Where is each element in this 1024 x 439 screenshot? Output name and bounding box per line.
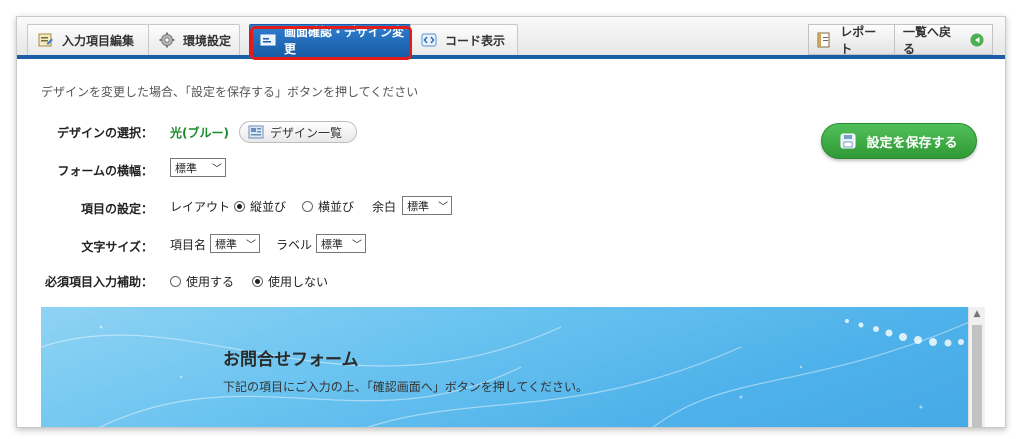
item-setting-label: 項目の設定： <box>80 202 153 216</box>
design-list-button[interactable]: デザイン一覧 <box>238 121 357 143</box>
tab-screen-design[interactable]: 画面確認・デザイン変更 <box>249 24 411 56</box>
save-settings-button[interactable]: 設定を保存する <box>821 123 977 159</box>
field-font-select[interactable]: 標準 ﹀ <box>316 234 367 253</box>
form-width-value: 標準 <box>175 161 197 175</box>
preview-form-instructions: 下記の項目にご入力の上、「確認画面へ」ボタンを押してください。 <box>223 380 589 394</box>
layout-horizontal-label: 横並び <box>318 200 355 214</box>
design-preview: お問合せフォーム 下記の項目にご入力の上、「確認画面へ」ボタンを押してください。 <box>41 307 985 427</box>
preview-background-art <box>41 316 982 427</box>
design-current-value: 光(ブルー) <box>170 125 229 140</box>
design-select-label: デザインの選択： <box>56 126 153 140</box>
report-icon <box>817 32 832 48</box>
scroll-up-icon[interactable]: ▲ <box>969 309 985 323</box>
save-hint-text: デザインを変更した場合、「設定を保存する」ボタンを押してください <box>41 85 419 99</box>
font-size-label: 文字サイズ： <box>81 240 153 254</box>
margin-value: 標準 <box>407 199 430 213</box>
back-arrow-icon <box>970 33 984 47</box>
code-icon <box>421 32 437 48</box>
save-icon <box>840 133 856 149</box>
item-name-font-label: 項目名 <box>170 238 207 252</box>
tab-code-view[interactable]: コード表示 <box>410 24 518 55</box>
gear-icon <box>159 32 175 48</box>
required-assist-use-label: 使用する <box>186 275 235 289</box>
screen-design-icon <box>260 32 276 48</box>
back-to-list-button[interactable]: 一覧へ戻る <box>894 24 993 56</box>
save-settings-label: 設定を保存する <box>866 135 958 151</box>
scroll-thumb[interactable] <box>972 325 982 427</box>
report-button[interactable]: レポート <box>808 24 895 56</box>
layout-label: レイアウト <box>170 200 231 214</box>
layout-vertical-label: 縦並び <box>250 200 287 214</box>
design-list-label: デザイン一覧 <box>269 125 342 140</box>
back-to-list-label: 一覧へ戻る <box>903 24 952 56</box>
required-assist-label: 必須項目入力補助： <box>44 275 153 289</box>
item-name-font-value: 標準 <box>215 237 238 251</box>
tab-environment-settings[interactable]: 環境設定 <box>148 24 240 55</box>
layout-horizontal-radio[interactable] <box>302 201 314 212</box>
tab-label: コード表示 <box>445 33 506 48</box>
preview-form-title: お問合せフォーム <box>223 350 359 370</box>
tab-label: 画面確認・デザイン変更 <box>284 24 405 56</box>
field-font-value: 標準 <box>321 237 344 251</box>
chevron-down-icon: ﹀ <box>438 202 449 213</box>
app-window: 入力項目編集 環境設定 画面確認・デザイン変更 コード表示 レポート 一覧へ戻る… <box>16 16 1006 428</box>
required-assist-nouse-label: 使用しない <box>268 275 329 289</box>
tab-label: 入力項目編集 <box>62 33 135 48</box>
tab-label: 環境設定 <box>183 33 232 48</box>
chevron-down-icon: ﹀ <box>212 164 222 175</box>
required-assist-nouse-radio[interactable] <box>252 276 264 287</box>
field-font-label: ラベル <box>276 238 313 252</box>
item-name-font-select[interactable]: 標準 ﹀ <box>210 234 261 253</box>
form-width-select[interactable]: 標準 ﹀ <box>170 158 226 177</box>
chevron-down-icon: ﹀ <box>352 240 363 251</box>
margin-select[interactable]: 標準 ﹀ <box>402 196 453 215</box>
chevron-down-icon: ﹀ <box>246 240 257 251</box>
required-assist-use-radio[interactable] <box>170 276 181 287</box>
margin-label: 余白 <box>372 200 397 214</box>
tab-input-item-edit[interactable]: 入力項目編集 <box>27 24 149 55</box>
form-edit-icon <box>38 32 54 48</box>
layout-vertical-radio[interactable] <box>234 201 246 212</box>
tab-bar: 入力項目編集 環境設定 画面確認・デザイン変更 コード表示 レポート 一覧へ戻る <box>17 17 1005 59</box>
report-label: レポート <box>840 24 877 56</box>
design-list-icon <box>248 124 264 140</box>
form-width-label: フォームの横幅： <box>57 164 153 178</box>
preview-scrollbar[interactable]: ▲ <box>968 307 985 427</box>
